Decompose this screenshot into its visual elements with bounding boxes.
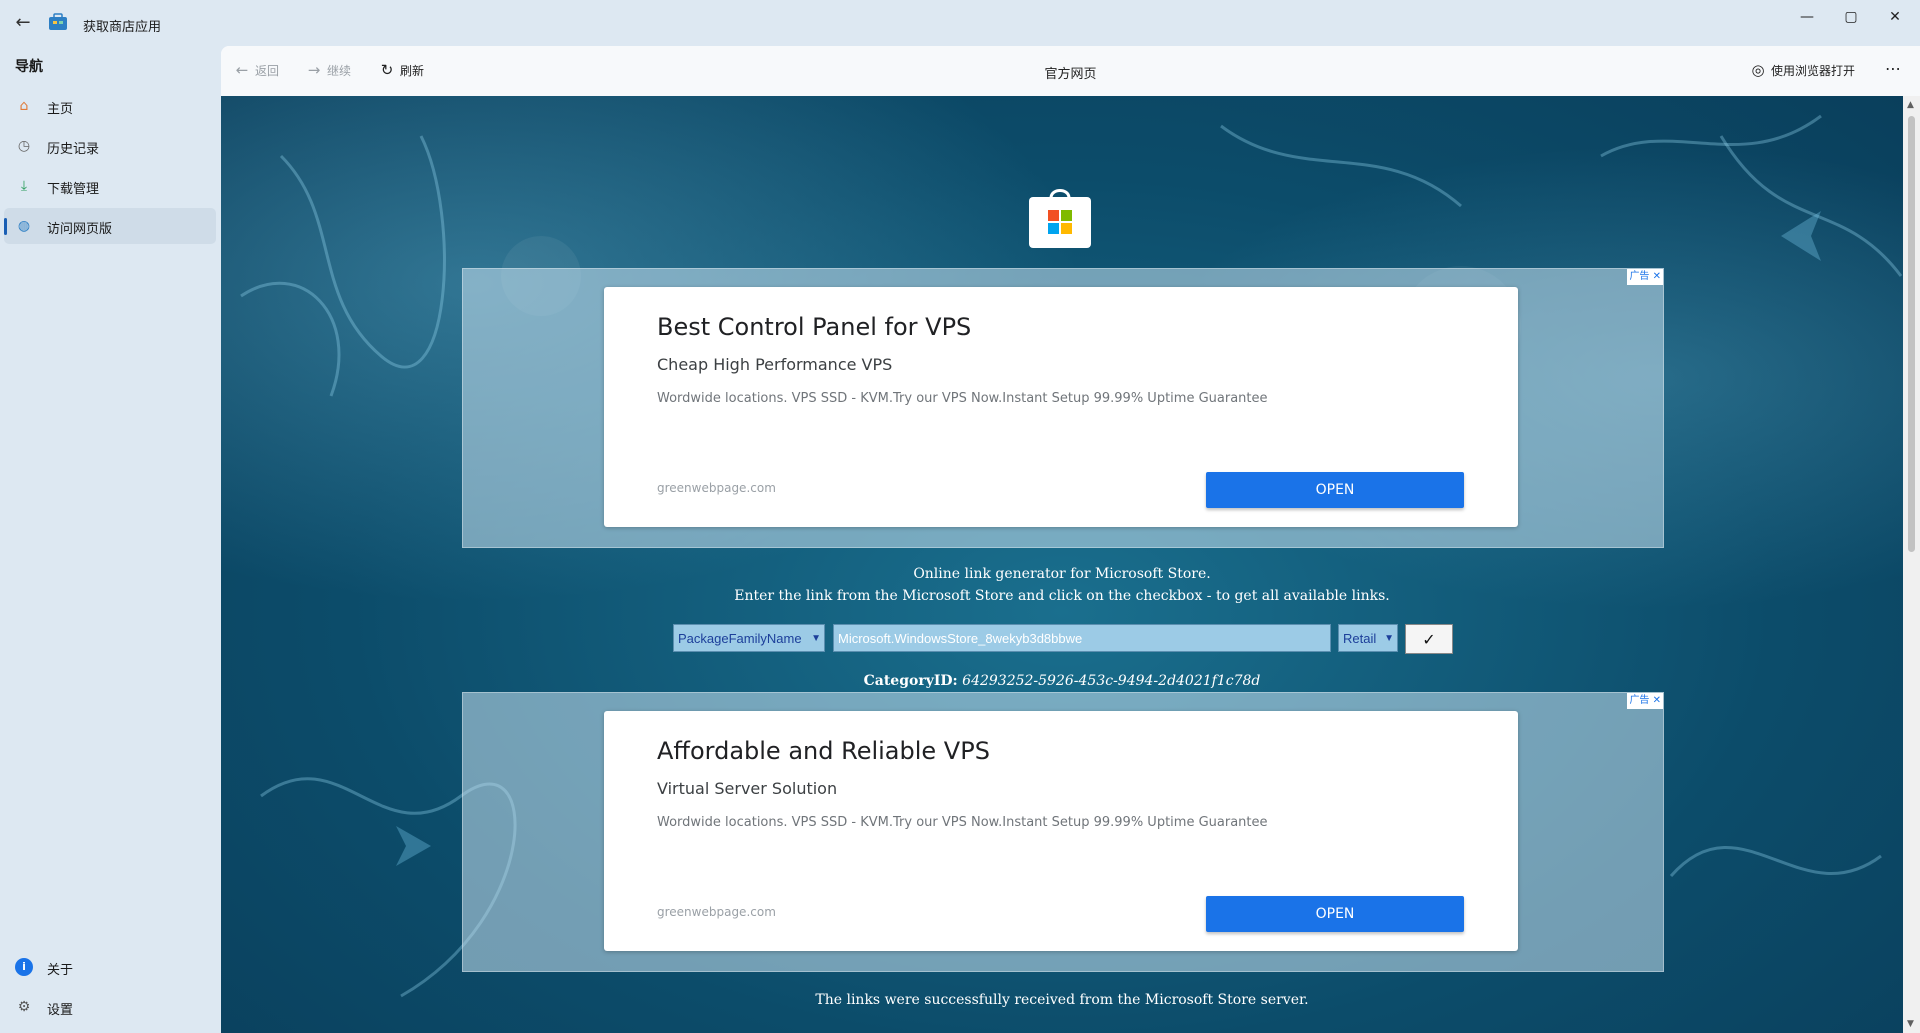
ad-subheadline: Virtual Server Solution — [657, 779, 838, 798]
ad-description: Wordwide locations. VPS SSD - KVM.Try ou… — [657, 391, 1268, 406]
ad-card[interactable]: Affordable and Reliable VPS Virtual Serv… — [604, 711, 1518, 951]
sidebar-item-settings[interactable]: ⚙ 设置 — [4, 989, 216, 1025]
ring-select-value: Retail — [1343, 631, 1377, 646]
category-label: CategoryID: — [863, 673, 958, 689]
sidebar-item-label: 设置 — [47, 1003, 74, 1018]
info-icon: i — [15, 958, 33, 976]
maximize-button[interactable]: ▢ — [1836, 6, 1866, 28]
app-logo-icon — [49, 13, 67, 30]
scroll-up-icon[interactable]: ▲ — [1907, 100, 1914, 110]
ad-banner[interactable]: 广告 ✕ Best Control Panel for VPS Cheap Hi… — [462, 268, 1664, 548]
content-panel: ← 返回 → 继续 ↻ 刷新 官方网页 ◎ 使用浏览器打开 ⋯ 广告 ✕ Bes… — [221, 46, 1920, 1033]
sidebar-item-web[interactable]: ◍ 访问网页版 — [4, 208, 216, 244]
globe-icon: ◎ — [1751, 61, 1765, 79]
sidebar-item-label: 下载管理 — [47, 182, 100, 197]
ad-card[interactable]: Best Control Panel for VPS Cheap High Pe… — [604, 287, 1518, 527]
ad-badge-label: 广告 — [1629, 271, 1650, 282]
scroll-thumb[interactable] — [1908, 116, 1915, 552]
ad-open-button[interactable]: OPEN — [1206, 896, 1464, 932]
ad-choices-badge[interactable]: 广告 ✕ — [1627, 693, 1663, 709]
sidebar-item-label: 主页 — [47, 102, 74, 117]
generator-heading: Online link generator for Microsoft Stor… — [913, 566, 1211, 582]
sidebar-item-label: 历史记录 — [47, 142, 100, 157]
history-icon: ◷ — [17, 138, 31, 154]
type-select[interactable]: PackageFamilyName ▼ — [673, 624, 825, 652]
open-browser-label: 使用浏览器打开 — [1771, 63, 1856, 78]
open-in-browser-button[interactable]: ◎ 使用浏览器打开 — [1749, 61, 1855, 81]
scroll-down-icon[interactable]: ▼ — [1907, 1019, 1914, 1029]
ad-headline[interactable]: Best Control Panel for VPS — [657, 313, 971, 341]
ad-description: Wordwide locations. VPS SSD - KVM.Try ou… — [657, 815, 1268, 830]
microsoft-store-logo — [1029, 189, 1091, 248]
ad-headline[interactable]: Affordable and Reliable VPS — [657, 737, 990, 765]
navigation-sidebar: 导航 ⌂ 主页 ◷ 历史记录 ⤓ 下载管理 ◍ 访问网页版 i 关于 ⚙ 设置 — [0, 46, 218, 1033]
ad-subheadline: Cheap High Performance VPS — [657, 355, 893, 374]
sidebar-item-downloads[interactable]: ⤓ 下载管理 — [4, 168, 216, 204]
minimize-button[interactable]: — — [1792, 6, 1822, 28]
chevron-down-icon: ▼ — [811, 633, 821, 644]
page-title: 官方网页 — [1044, 67, 1097, 82]
back-arrow-icon[interactable]: ← — [10, 11, 36, 35]
sidebar-item-history[interactable]: ◷ 历史记录 — [4, 128, 216, 164]
url-input[interactable]: Microsoft.WindowsStore_8wekyb3d8bbwe — [833, 624, 1331, 652]
browser-toolbar: ← 返回 → 继续 ↻ 刷新 官方网页 ◎ 使用浏览器打开 ⋯ — [221, 46, 1920, 97]
ad-open-button[interactable]: OPEN — [1206, 472, 1464, 508]
submit-checkmark-button[interactable]: ✓ — [1405, 624, 1453, 654]
sidebar-item-label: 访问网页版 — [47, 222, 113, 237]
generator-instructions: Enter the link from the Microsoft Store … — [734, 588, 1390, 604]
category-id: CategoryID: 64293252-5926-453c-9494-2d40… — [221, 673, 1903, 689]
vertical-scrollbar[interactable]: ▲ ▼ — [1903, 96, 1920, 1033]
status-message: The links were successfully received fro… — [815, 992, 1309, 1008]
close-button[interactable]: ✕ — [1880, 6, 1910, 28]
type-select-value: PackageFamilyName — [678, 631, 802, 646]
web-view: 广告 ✕ Best Control Panel for VPS Cheap Hi… — [221, 96, 1903, 1033]
sidebar-item-label: 关于 — [47, 963, 74, 978]
globe-icon: ◍ — [17, 218, 31, 234]
sidebar-item-home[interactable]: ⌂ 主页 — [4, 88, 216, 124]
ad-domain: greenwebpage.com — [657, 481, 776, 495]
ad-banner[interactable]: 广告 ✕ Affordable and Reliable VPS Virtual… — [462, 692, 1664, 972]
chevron-down-icon: ▼ — [1384, 633, 1394, 644]
ad-domain: greenwebpage.com — [657, 905, 776, 919]
more-options-button[interactable]: ⋯ — [1885, 59, 1901, 79]
settings-icon: ⚙ — [17, 999, 31, 1015]
nav-header: 导航 — [15, 59, 43, 75]
home-icon: ⌂ — [19, 98, 29, 114]
sidebar-item-about[interactable]: i 关于 — [4, 949, 216, 985]
title-bar: ← 获取商店应用 — ▢ ✕ — [0, 0, 1920, 46]
category-value: 64293252-5926-453c-9494-2d4021f1c78d — [962, 673, 1261, 689]
download-icon: ⤓ — [20, 178, 28, 194]
ad-badge-label: 广告 — [1629, 695, 1650, 706]
active-indicator — [4, 218, 7, 235]
ad-choices-badge[interactable]: 广告 ✕ — [1627, 269, 1663, 285]
ring-select[interactable]: Retail ▼ — [1338, 624, 1398, 652]
window-title: 获取商店应用 — [83, 20, 162, 35]
